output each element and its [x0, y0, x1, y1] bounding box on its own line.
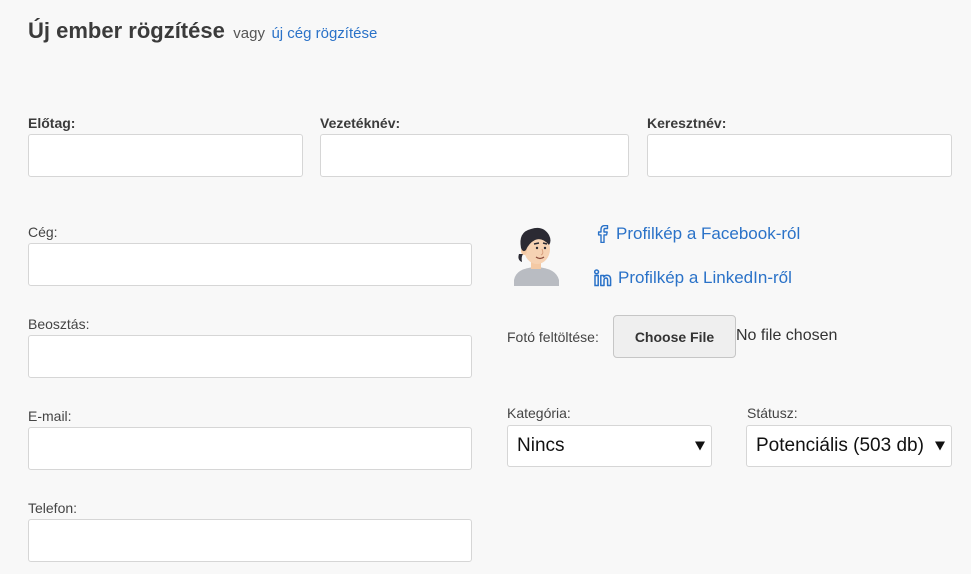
status-label: Státusz: [747, 405, 798, 421]
linkedin-profile-link[interactable]: Profilkép a LinkedIn-ről [594, 268, 792, 288]
firstname-label: Keresztnév: [647, 115, 727, 131]
facebook-icon [597, 225, 609, 243]
phone-label: Telefon: [28, 500, 78, 516]
status-selected-value: Potenciális (503 db) [756, 435, 924, 456]
prefix-label: Előtag: [28, 115, 76, 131]
status-select[interactable]: Potenciális (503 db) [746, 425, 952, 467]
email-input[interactable] [28, 427, 472, 470]
position-label: Beosztás: [28, 316, 90, 332]
avatar-illustration [514, 227, 559, 286]
linkedin-icon [594, 269, 612, 287]
category-label: Kategória: [507, 405, 571, 421]
avatar [509, 224, 563, 286]
email-label: E-mail: [28, 408, 72, 424]
lastname-input[interactable] [320, 134, 629, 177]
company-label: Cég: [28, 224, 58, 240]
category-select[interactable]: Nincs [507, 425, 712, 467]
caret-down-icon [695, 441, 705, 451]
phone-input[interactable] [28, 519, 472, 562]
company-input[interactable] [28, 243, 472, 286]
facebook-profile-link-label: Profilkép a Facebook-ról [616, 224, 801, 243]
facebook-profile-link[interactable]: Profilkép a Facebook-ról [596, 224, 800, 244]
position-input[interactable] [28, 335, 472, 378]
choose-file-button[interactable]: Choose File [613, 315, 736, 358]
page-title: Új ember rögzítése [28, 18, 225, 43]
no-file-chosen-text: No file chosen [736, 327, 838, 344]
prefix-input[interactable] [28, 134, 303, 177]
lastname-label: Vezetéknév: [320, 115, 401, 131]
linkedin-profile-link-label: Profilkép a LinkedIn-ről [618, 268, 792, 287]
firstname-input[interactable] [647, 134, 952, 177]
caret-down-icon [935, 441, 945, 451]
page-header: Új ember rögzítése vagy új cég rögzítése [28, 18, 377, 44]
or-text: vagy [233, 25, 265, 42]
category-selected-value: Nincs [517, 435, 565, 456]
photo-upload-label: Fotó feltöltése: [507, 329, 599, 345]
new-company-link[interactable]: új cég rögzítése [271, 25, 377, 42]
